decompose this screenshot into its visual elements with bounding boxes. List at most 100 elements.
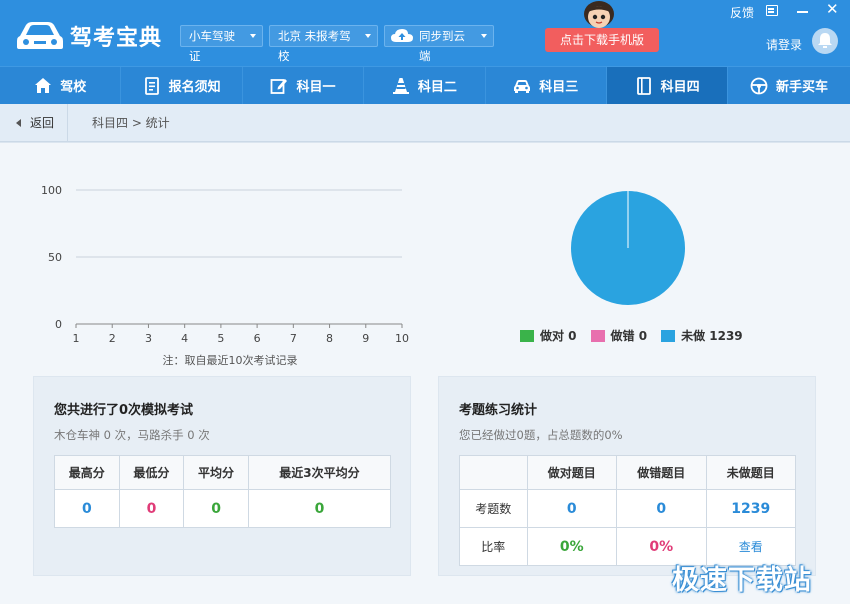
avg-score-value: 0 xyxy=(183,489,249,528)
header-min-score: 最低分 xyxy=(118,455,185,490)
menu-icon[interactable] xyxy=(766,5,778,16)
nav-label: 新手买车 xyxy=(776,80,829,95)
location-label: 北京 未报考驾校 xyxy=(278,29,351,63)
undone-count-link[interactable]: 1239 xyxy=(705,489,796,528)
license-type-label: 小车驾驶证 xyxy=(189,29,235,63)
wrong-count-link[interactable]: 0 xyxy=(616,489,707,528)
recent3-avg-value: 0 xyxy=(247,489,392,528)
practice-stats-subtitle: 您已经做过0题，占总题数的0% xyxy=(459,428,623,442)
header-correct: 做对题目 xyxy=(526,455,618,490)
table-row: 0 0 0 0 xyxy=(54,489,392,528)
feedback-link[interactable]: 反馈 xyxy=(730,4,754,21)
book-icon xyxy=(636,76,651,95)
header-max-score: 最高分 xyxy=(54,455,120,490)
legend-swatch-undone xyxy=(661,329,676,342)
correct-count-link[interactable]: 0 xyxy=(526,489,618,528)
score-history-chart: 0 50 100 1 2 3 4 5 6 7 8 9 10 xyxy=(41,184,409,345)
x-tick-label: 5 xyxy=(217,332,224,345)
nav-label: 驾校 xyxy=(60,80,87,95)
nav-label: 科目一 xyxy=(296,80,336,95)
license-type-dropdown[interactable]: 小车驾驶证 xyxy=(180,25,263,63)
legend-wrong-label: 做错 0 xyxy=(610,329,648,343)
correct-rate-value: 0% xyxy=(526,527,618,566)
row-label-count: 考题数 xyxy=(459,489,528,528)
practice-pie-chart xyxy=(571,191,685,305)
nav-item-subject-one[interactable]: 科目一 xyxy=(243,67,365,104)
breadcrumb-path: 科目四 > 统计 xyxy=(92,116,170,130)
y-tick-label: 100 xyxy=(41,184,62,197)
document-icon xyxy=(144,76,159,95)
location-dropdown[interactable]: 北京 未报考驾校 xyxy=(269,25,378,63)
app-title: 驾考宝典 xyxy=(70,26,163,51)
chevron-down-icon xyxy=(250,34,256,38)
user-icon xyxy=(818,33,832,48)
cone-icon xyxy=(392,77,409,94)
y-tick-label: 0 xyxy=(55,318,62,331)
chart-note: 注：取自最近10次考试记录 xyxy=(162,354,298,367)
header-undone: 未做题目 xyxy=(705,455,796,490)
table-row: 考题数 0 0 1239 xyxy=(459,489,796,528)
home-icon xyxy=(35,77,52,93)
app-header: 驾考宝典 小车驾驶证 北京 未报考驾校 同步到云端 点击下载手机版 反馈 ✕ 请… xyxy=(0,0,850,66)
practice-stats-table: 做对题目 做错题目 未做题目 考题数 0 0 1239 比率 0% 0% 查看 xyxy=(459,455,796,566)
legend-item-wrong: 做错 0 xyxy=(590,327,648,344)
header-avg-score: 平均分 xyxy=(183,455,249,490)
legend-item-undone: 未做 1239 xyxy=(661,327,743,344)
practice-stats-title: 考题练习统计 xyxy=(459,403,538,418)
chevron-down-icon xyxy=(481,34,487,38)
min-score-value: 0 xyxy=(118,489,185,528)
nav-item-driving-school[interactable]: 驾校 xyxy=(0,67,122,104)
x-tick-label: 9 xyxy=(362,332,369,345)
sync-cloud-button[interactable]: 同步到云端 xyxy=(384,25,494,63)
app-logo-car-icon xyxy=(17,22,63,49)
mock-exam-panel: 您共进行了0次模拟考试 木仓车神 0 次，马路杀手 0 次 最高分 最低分 平均… xyxy=(33,376,411,576)
practice-stats-panel: 考题练习统计 您已经做过0题，占总题数的0% 做对题目 做错题目 未做题目 考题… xyxy=(438,376,816,576)
row-label-rate: 比率 xyxy=(459,527,528,566)
close-icon[interactable]: ✕ xyxy=(826,2,839,17)
x-tick-label: 10 xyxy=(395,332,409,345)
chevron-down-icon xyxy=(365,34,371,38)
x-tick-label: 3 xyxy=(145,332,152,345)
legend-swatch-correct xyxy=(520,329,534,342)
mock-exam-table: 最高分 最低分 平均分 最近3次平均分 0 0 0 0 xyxy=(54,455,392,528)
car-icon xyxy=(514,79,531,93)
nav-item-subject-three[interactable]: 科目三 xyxy=(486,67,607,104)
sync-label: 同步到云端 xyxy=(419,29,465,63)
nav-item-registration[interactable]: 报名须知 xyxy=(121,67,243,104)
x-tick-label: 7 xyxy=(290,332,297,345)
nav-label: 科目四 xyxy=(660,80,700,95)
nav-item-buy-car[interactable]: 新手买车 xyxy=(728,67,849,104)
download-mobile-button[interactable]: 点击下载手机版 xyxy=(545,28,659,52)
mock-exam-subtitle: 木仓车神 0 次，马路杀手 0 次 xyxy=(54,428,210,442)
breadcrumb: 返回 科目四 > 统计 xyxy=(0,104,850,142)
max-score-value: 0 xyxy=(54,489,120,528)
nav-label: 报名须知 xyxy=(168,80,221,95)
edit-icon xyxy=(271,78,288,94)
x-tick-label: 8 xyxy=(326,332,333,345)
nav-item-subject-two[interactable]: 科目二 xyxy=(364,67,486,104)
nav-label: 科目三 xyxy=(539,80,579,95)
nav-item-subject-four[interactable]: 科目四 xyxy=(606,67,729,104)
login-link[interactable]: 请登录 xyxy=(766,36,802,53)
x-tick-label: 1 xyxy=(73,332,80,345)
header-wrong: 做错题目 xyxy=(616,455,707,490)
pie-legend: 做对 0 做错 0 未做 1239 xyxy=(520,327,757,344)
back-button[interactable]: 返回 xyxy=(0,104,68,142)
back-arrow-icon xyxy=(16,119,21,127)
main-nav: 驾校 报名须知 科目一 科目二 科目三 科目四 新手买车 xyxy=(0,66,850,104)
x-tick-label: 6 xyxy=(254,332,261,345)
legend-undone-label: 未做 1239 xyxy=(681,329,743,343)
cloud-upload-icon xyxy=(391,29,413,42)
site-watermark: 极速下载站 xyxy=(672,565,812,596)
mock-exam-title: 您共进行了0次模拟考试 xyxy=(54,403,194,418)
legend-correct-label: 做对 0 xyxy=(540,329,577,343)
back-label: 返回 xyxy=(30,116,55,130)
y-tick-label: 50 xyxy=(48,251,62,264)
avatar[interactable] xyxy=(812,28,838,54)
header-recent3-avg: 最近3次平均分 xyxy=(247,455,392,490)
header-blank xyxy=(459,455,528,490)
minimize-icon[interactable] xyxy=(797,11,808,13)
x-tick-label: 4 xyxy=(181,332,188,345)
legend-swatch-wrong xyxy=(590,329,605,342)
nav-label: 科目二 xyxy=(417,80,457,95)
